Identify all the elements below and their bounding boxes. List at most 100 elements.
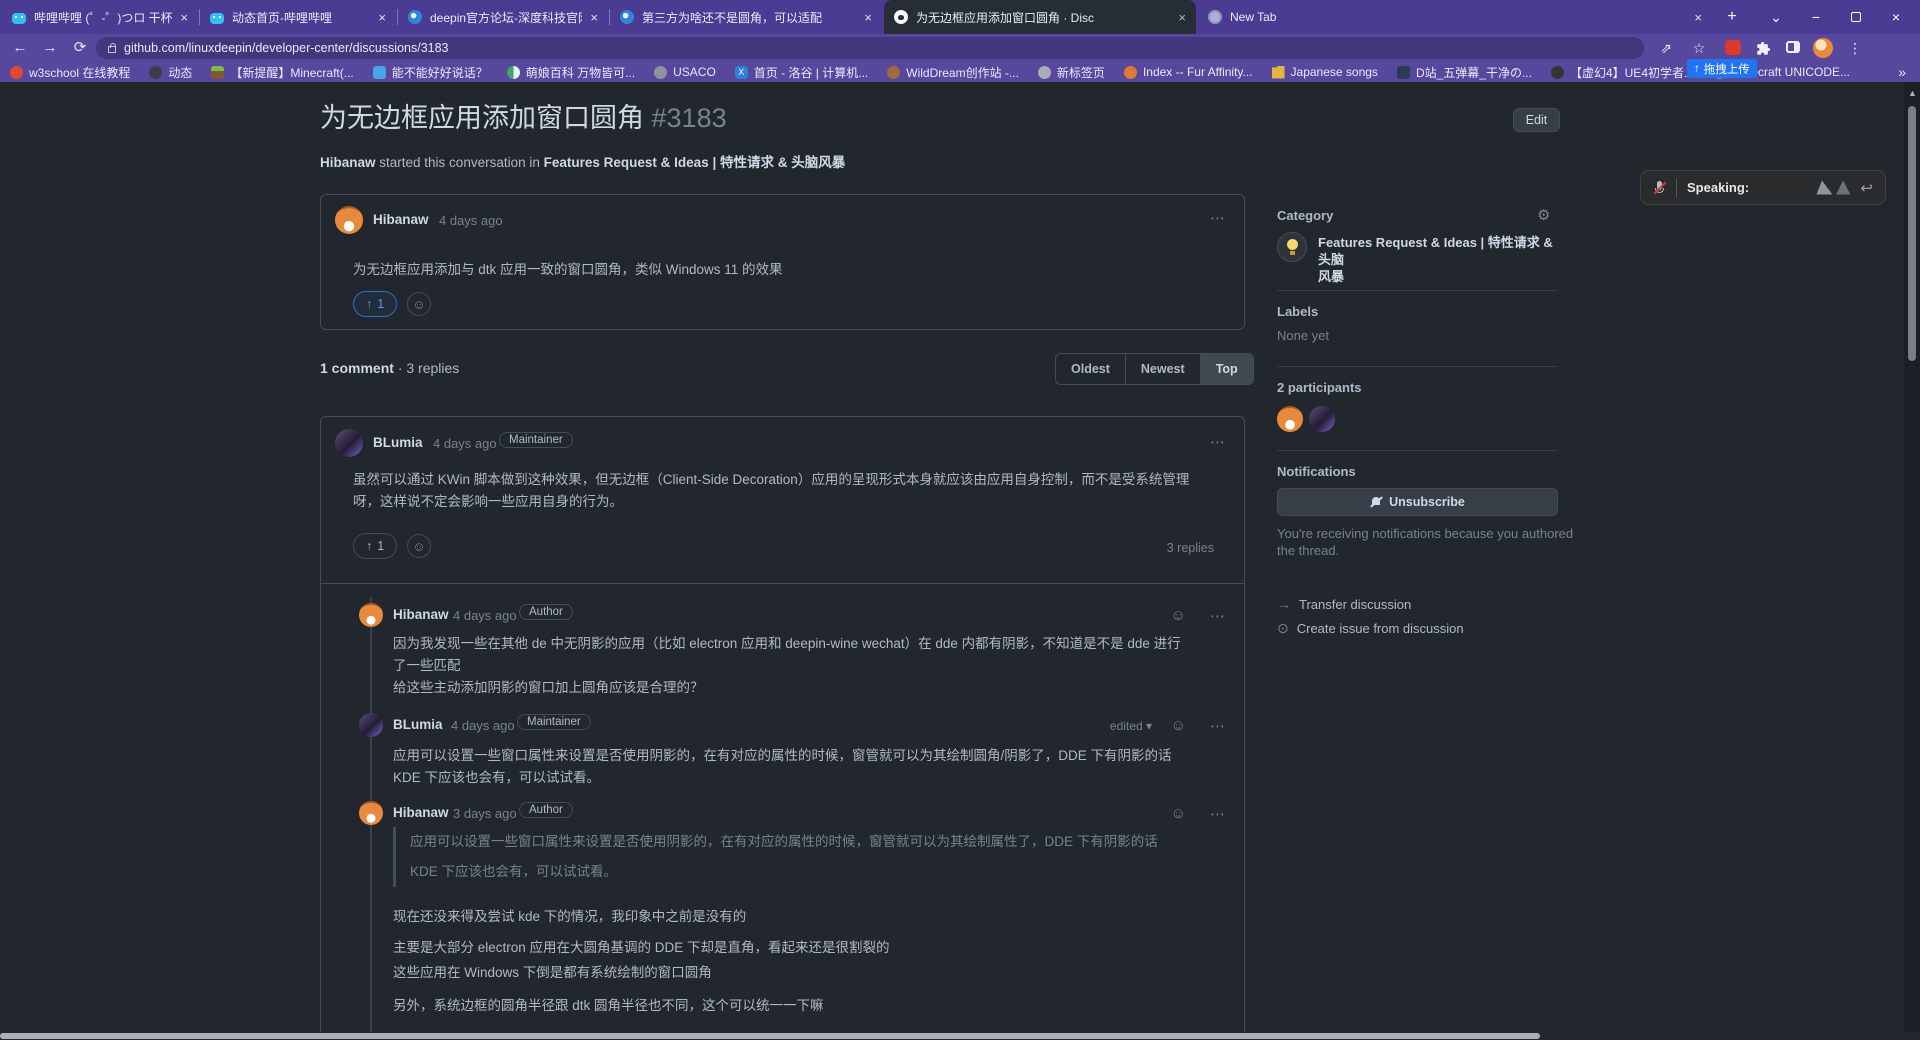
window-minimize-button[interactable]: − — [1796, 0, 1836, 34]
tab-close-icon[interactable]: × — [1178, 10, 1186, 25]
blumia-avatar[interactable] — [359, 713, 383, 737]
reply-author[interactable]: Hibanaw — [393, 607, 449, 622]
avatar-image — [1813, 38, 1833, 58]
hibanaw-avatar[interactable] — [359, 801, 383, 825]
sort-newest-button[interactable]: Newest — [1124, 354, 1200, 384]
comment-time[interactable]: 4 days ago — [433, 436, 497, 451]
horizontal-scrollbar[interactable] — [0, 1032, 1920, 1040]
create-issue-link[interactable]: ⊙ Create issue from discussion — [1277, 620, 1464, 637]
comment-menu-kebab-icon[interactable]: ⋯ — [1210, 209, 1226, 227]
favicon — [887, 65, 901, 79]
tab-deepin-topic[interactable]: 第三方为啥还不是圆角，可以适配 × — [610, 0, 882, 34]
bookmarks-overflow-chevron[interactable]: » — [1898, 62, 1906, 82]
forward-button[interactable]: → — [38, 37, 62, 59]
tab-close-icon[interactable]: × — [864, 10, 872, 25]
tab-close-icon[interactable]: × — [180, 10, 188, 25]
edit-button[interactable]: Edit — [1513, 108, 1560, 132]
profile-avatar[interactable] — [1812, 38, 1834, 58]
upvote-button[interactable]: ↑ 1 — [353, 533, 398, 559]
tab-close-icon[interactable]: × — [1694, 10, 1702, 25]
transfer-discussion-link[interactable]: → Transfer discussion — [1277, 596, 1411, 612]
category-link[interactable]: Features Request & Ideas | 特性请求 & 头脑风暴 — [544, 155, 846, 170]
unsubscribe-button[interactable]: Unsubscribe — [1277, 488, 1558, 516]
reply-author[interactable]: BLumia — [393, 717, 443, 732]
comment-menu-kebab-icon[interactable]: ⋯ — [1210, 433, 1226, 451]
bookmark-luogu[interactable]: X 首页 - 洛谷 | 计算机... — [734, 64, 868, 81]
tab-title: deepin官方论坛-深度科技官网旗 — [430, 10, 582, 25]
reply-author[interactable]: Hibanaw — [393, 805, 449, 820]
hibanaw-avatar[interactable] — [359, 603, 383, 627]
bookmark-dzhan[interactable]: D站_五弹幕_干净の... — [1396, 64, 1532, 81]
bookmark-minecraft-forum[interactable]: 【新提醒】Minecraft(... — [211, 64, 354, 81]
reply-menu-kebab-icon[interactable]: ⋯ — [1210, 607, 1226, 625]
category-item[interactable]: Features Request & Ideas | 特性请求 & 头脑 风暴 — [1318, 234, 1560, 285]
tab-github-discussion-active[interactable]: 为无边框应用添加窗口圆角 · Disc × — [884, 0, 1196, 34]
bookmark-w3school[interactable]: w3school 在线教程 — [10, 64, 130, 81]
favicon — [10, 65, 23, 79]
tab-bilibili-video[interactable]: 哔哩哔哩 (゜-゜)つロ 干杯~-bilibili × — [2, 0, 198, 34]
quote-line: 应用可以设置一些窗口属性来设置是否使用阴影的，在有对应的属性的时候，窗管就可以为… — [410, 834, 1158, 849]
browser-tab-strip: 哔哩哔哩 (゜-゜)つロ 干杯~-bilibili × 动态首页-哔哩哔哩 × … — [0, 0, 1920, 34]
bookmark-haohao[interactable]: 能不能好好说话？ — [372, 64, 488, 81]
edited-label[interactable]: edited ▾ — [1110, 719, 1152, 733]
author-link[interactable]: Hibanaw — [320, 155, 376, 170]
bookmark-star-icon[interactable]: ☆ — [1688, 38, 1710, 58]
participant-avatar-hibanaw[interactable] — [1277, 406, 1303, 432]
bookmark-wilddream[interactable]: WildDream创作站 -... — [887, 64, 1019, 81]
window-close-button[interactable]: × — [1876, 0, 1916, 34]
hibanaw-avatar[interactable] — [335, 206, 363, 234]
tab-close-icon[interactable]: × — [590, 10, 598, 25]
reply-menu-kebab-icon[interactable]: ⋯ — [1210, 717, 1226, 735]
tab-bilibili-feed[interactable]: 动态首页-哔哩哔哩 × — [200, 0, 396, 34]
comment-time[interactable]: 4 days ago — [439, 213, 503, 228]
bookmark-ue4[interactable]: 【虚幻4】UE4初学者... — [1550, 64, 1694, 81]
add-reaction-button[interactable]: ☺ — [407, 534, 431, 558]
browser-toolbar: ← → ⟳ github.com/linuxdeepin/developer-c… — [0, 34, 1920, 62]
bookmark-usaco[interactable]: USACO — [654, 65, 716, 79]
bookmark-furaffinity[interactable]: Index -- Fur Affinity... — [1123, 65, 1253, 79]
window-menu-chevron[interactable]: ⌄ — [1756, 0, 1796, 34]
tab-new-tab[interactable]: New Tab × — [1198, 0, 1712, 34]
reply-time[interactable]: 4 days ago — [451, 718, 515, 733]
reply-menu-kebab-icon[interactable]: ⋯ — [1210, 805, 1226, 823]
add-reaction-button[interactable]: ☺ — [407, 292, 431, 316]
horizontal-scrollbar-thumb[interactable] — [0, 1033, 1540, 1039]
browser-menu-kebab-icon[interactable]: ⋮ — [1844, 38, 1866, 58]
bookmark-dongtai[interactable]: 动态 — [149, 64, 192, 81]
gear-icon[interactable]: ⚙ — [1537, 206, 1550, 224]
deepin-icon — [620, 10, 634, 24]
reload-button[interactable]: ⟳ — [68, 37, 92, 59]
bilibili-icon — [12, 12, 26, 24]
add-reaction-icon[interactable]: ☺ — [1171, 607, 1186, 624]
bookmark-japanese-songs-folder[interactable]: Japanese songs — [1271, 65, 1378, 79]
reply-time[interactable]: 4 days ago — [453, 608, 517, 623]
vertical-scrollbar[interactable]: ▲ — [1904, 82, 1920, 1032]
scroll-up-arrow[interactable]: ▲ — [1908, 88, 1917, 98]
blumia-avatar[interactable] — [335, 429, 363, 457]
back-button[interactable]: ← — [8, 37, 32, 59]
participant-avatar-blumia[interactable] — [1309, 406, 1335, 432]
page-title: 为无边框应用添加窗口圆角 #3183 — [320, 96, 727, 135]
adblock-extension-icon[interactable] — [1722, 38, 1744, 58]
bookmark-moegirl[interactable]: 萌娘百科 万物皆可... — [506, 64, 635, 81]
extensions-puzzle-icon[interactable] — [1752, 38, 1774, 58]
new-tab-button[interactable]: + — [1722, 7, 1742, 27]
reply-time[interactable]: 3 days ago — [453, 806, 517, 821]
address-bar[interactable]: github.com/linuxdeepin/developer-center/… — [96, 37, 1644, 59]
bookmarks-bar: w3school 在线教程 动态 【新提醒】Minecraft(... 能不能好… — [0, 62, 1920, 82]
comment-author[interactable]: BLumia — [373, 435, 423, 450]
scrollbar-thumb[interactable] — [1908, 106, 1916, 361]
tab-deepin-forum[interactable]: deepin官方论坛-深度科技官网旗 × — [398, 0, 608, 34]
upvote-icon: ↑ — [366, 297, 373, 311]
tab-close-icon[interactable]: × — [378, 10, 386, 25]
side-panel-icon[interactable] — [1782, 38, 1804, 58]
add-reaction-icon[interactable]: ☺ — [1171, 717, 1186, 734]
add-reaction-icon[interactable]: ☺ — [1171, 805, 1186, 822]
sort-top-button[interactable]: Top — [1199, 354, 1253, 384]
comment-author[interactable]: Hibanaw — [373, 212, 429, 227]
window-restore-button[interactable] — [1836, 0, 1876, 34]
bookmark-newtab[interactable]: 新标签页 — [1037, 64, 1105, 81]
upvote-button[interactable]: ↑ 1 — [353, 291, 398, 317]
sort-oldest-button[interactable]: Oldest — [1056, 354, 1125, 384]
share-icon[interactable]: ⇗ — [1655, 38, 1677, 58]
